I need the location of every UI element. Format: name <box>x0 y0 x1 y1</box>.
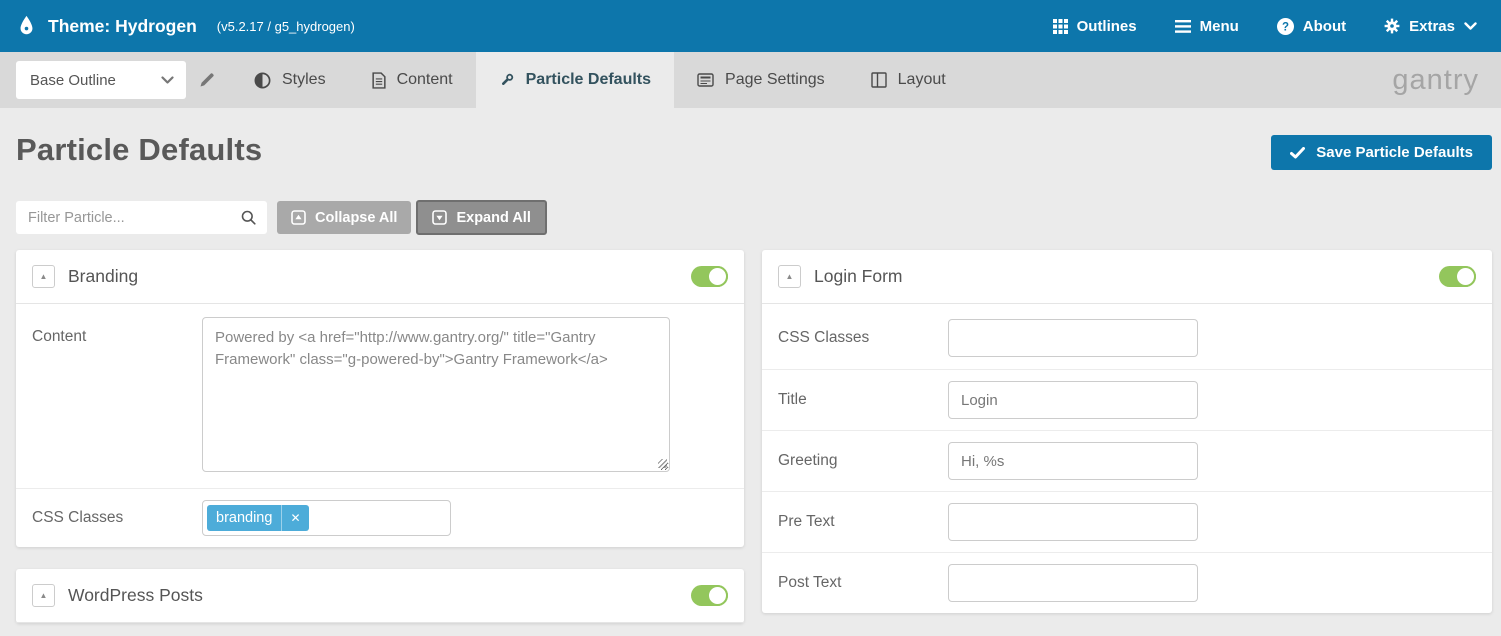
pre-text-input[interactable] <box>948 503 1198 541</box>
particle-title: Branding <box>68 266 138 287</box>
form-row: Title <box>762 369 1492 430</box>
x-icon[interactable]: ✕ <box>281 505 308 531</box>
grid-icon <box>1053 19 1068 34</box>
field-label: CSS Classes <box>32 509 202 527</box>
particle-card-login-form: ▲ Login Form CSS Classes Title Greeting <box>762 250 1492 613</box>
theme-brand: Theme: Hydrogen (v5.2.17 / g5_hydrogen) <box>18 15 355 37</box>
nav-label: Menu <box>1200 18 1239 35</box>
tab-label: Styles <box>282 71 326 89</box>
content-textarea[interactable]: Powered by <a href="http://www.gantry.or… <box>202 317 670 472</box>
outline-select[interactable]: Base Outline <box>16 61 186 99</box>
title-input[interactable] <box>948 381 1198 419</box>
greeting-input[interactable] <box>948 442 1198 480</box>
save-button-label: Save Particle Defaults <box>1316 144 1473 161</box>
tab-label: Particle Defaults <box>526 71 651 89</box>
field-label: Post Text <box>778 574 948 592</box>
particle-title: Login Form <box>814 266 903 287</box>
nav-item-about[interactable]: ? About <box>1277 18 1346 35</box>
droplet-icon <box>18 15 35 37</box>
form-row: Pre Text <box>762 491 1492 552</box>
nav-label: Outlines <box>1077 18 1137 35</box>
card-icon <box>697 73 714 87</box>
check-icon <box>1290 147 1305 159</box>
nav-item-extras[interactable]: Extras <box>1384 18 1477 35</box>
main-content: Particle Defaults Save Particle Defaults <box>0 132 1501 623</box>
tag-label: branding <box>207 505 281 531</box>
admin-top-bar: Theme: Hydrogen (v5.2.17 / g5_hydrogen) … <box>0 0 1501 52</box>
toggle-knob <box>1455 266 1476 287</box>
tab-label: Layout <box>898 71 946 89</box>
outline-select-value: Base Outline <box>30 72 116 89</box>
field-label: Content <box>32 317 202 346</box>
hamburger-icon <box>1175 20 1191 33</box>
outline-toolbar: Base Outline Styles <box>0 52 1501 108</box>
caret-square-up-icon <box>291 210 306 225</box>
tab-particle-defaults[interactable]: Particle Defaults <box>476 52 674 108</box>
search-icon[interactable] <box>241 210 256 225</box>
nav-label: Extras <box>1409 18 1455 35</box>
form-row: CSS Classes <box>762 304 1492 369</box>
field-label: Title <box>778 391 948 409</box>
contrast-icon <box>254 72 271 89</box>
collapse-caret-button[interactable]: ▲ <box>32 265 55 288</box>
tab-label: Page Settings <box>725 71 825 89</box>
expand-all-button[interactable]: Expand All <box>416 200 546 235</box>
save-particle-defaults-button[interactable]: Save Particle Defaults <box>1271 135 1492 170</box>
gantry-logo: gantry <box>1392 64 1501 97</box>
filter-particle-field <box>16 201 267 234</box>
toggle-knob <box>707 266 728 287</box>
particle-title: WordPress Posts <box>68 585 203 606</box>
top-nav: Outlines Menu ? About <box>1053 18 1477 35</box>
css-classes-input[interactable] <box>948 319 1198 357</box>
collapse-caret-button[interactable]: ▲ <box>778 265 801 288</box>
css-classes-tags-field[interactable]: branding ✕ <box>202 500 451 536</box>
wrench-icon <box>499 72 515 88</box>
expand-all-label: Expand All <box>456 210 530 226</box>
theme-version: (v5.2.17 / g5_hydrogen) <box>217 19 355 34</box>
outline-tabs: Styles Content Particle Defaults <box>231 52 969 108</box>
nav-item-outlines[interactable]: Outlines <box>1053 18 1137 35</box>
toggle-knob <box>707 585 728 606</box>
card-header: ▲ WordPress Posts <box>16 569 744 623</box>
field-label: Greeting <box>778 452 948 470</box>
svg-text:?: ? <box>1282 21 1289 33</box>
page-title: Particle Defaults <box>16 132 262 168</box>
document-icon <box>372 72 386 89</box>
enable-toggle[interactable] <box>691 585 728 606</box>
pencil-icon[interactable] <box>199 72 215 88</box>
form-row: CSS Classes branding ✕ <box>16 488 744 547</box>
nav-label: About <box>1303 18 1346 35</box>
field-label: Pre Text <box>778 513 948 531</box>
columns-icon <box>871 72 887 88</box>
chevron-down-icon <box>1464 22 1477 31</box>
tab-content[interactable]: Content <box>349 52 476 108</box>
enable-toggle[interactable] <box>691 266 728 287</box>
filter-particle-input[interactable] <box>28 210 241 226</box>
tab-label: Content <box>397 71 453 89</box>
chevron-down-icon <box>161 76 174 85</box>
tag: branding ✕ <box>207 505 309 531</box>
form-row: Greeting <box>762 430 1492 491</box>
collapse-all-label: Collapse All <box>315 210 397 226</box>
collapse-caret-button[interactable]: ▲ <box>32 584 55 607</box>
form-row: Content Powered by <a href="http://www.g… <box>16 304 744 488</box>
form-row: Post Text <box>762 552 1492 613</box>
enable-toggle[interactable] <box>1439 266 1476 287</box>
card-header: ▲ Login Form <box>762 250 1492 304</box>
particle-card-branding: ▲ Branding Content Powered by <a href="h… <box>16 250 744 547</box>
collapse-all-button[interactable]: Collapse All <box>277 201 411 234</box>
caret-square-down-icon <box>432 210 447 225</box>
question-circle-icon: ? <box>1277 18 1294 35</box>
gear-icon <box>1384 18 1400 34</box>
theme-title: Theme: Hydrogen <box>48 16 197 37</box>
tab-styles[interactable]: Styles <box>231 52 349 108</box>
nav-item-menu[interactable]: Menu <box>1175 18 1239 35</box>
particle-card-wordpress-posts: ▲ WordPress Posts <box>16 569 744 623</box>
card-header: ▲ Branding <box>16 250 744 304</box>
tab-layout[interactable]: Layout <box>848 52 969 108</box>
tab-page-settings[interactable]: Page Settings <box>674 52 848 108</box>
post-text-input[interactable] <box>948 564 1198 602</box>
field-label: CSS Classes <box>778 329 948 347</box>
